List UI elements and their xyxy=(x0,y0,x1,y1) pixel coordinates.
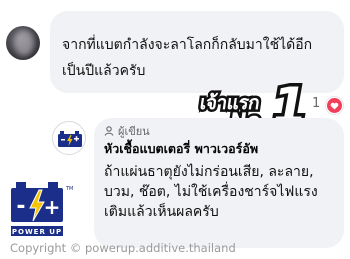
logo-plus: + xyxy=(44,195,61,219)
reply-bubble: ผู้เขียน หัวเชื้อแบตเตอรี่ พาวเวอร์อัพ ถ… xyxy=(94,118,344,248)
avatar-blur xyxy=(14,30,34,56)
logo-terminal-left xyxy=(16,182,26,188)
author-role-label: ผู้เขียน xyxy=(118,125,150,138)
battery-logo-icon xyxy=(58,131,82,147)
page-avatar[interactable] xyxy=(52,121,86,155)
reply-line-3: เติมแล้วเห็นผลครับ xyxy=(104,204,219,220)
heart-icon[interactable] xyxy=(326,97,343,114)
author-badge-icon xyxy=(104,126,114,136)
author-role: ผู้เขียน xyxy=(104,124,334,138)
reaction-count[interactable]: 1 xyxy=(312,96,320,111)
reply-line-2: บวม, ช๊อต, ไม่ใช้เครื่องชาร์จไฟแรง xyxy=(104,184,318,200)
logo-tm: TM xyxy=(65,186,73,192)
logo-terminal-right xyxy=(48,182,58,188)
comment-text-line-1: จากที่แบตกำลังจะลาโลกก็กลับมาใช้ได้อีก xyxy=(62,37,313,53)
copyright-text: Copyright © powerup.additive.thailand xyxy=(10,241,236,255)
commenter-avatar[interactable] xyxy=(6,26,40,60)
reply-author-name[interactable]: หัวเชื้อแบตเตอรี่ พาวเวอร์อัพ xyxy=(104,139,334,159)
reply-line-1: ถ้าแผ่นธาตุยังไม่กร่อนเสีย, ละลาย, xyxy=(104,164,314,180)
logo-brand-text: POWER UP xyxy=(12,228,62,236)
heart-glyph xyxy=(330,102,339,110)
logo-minus: - xyxy=(16,194,25,219)
reply-text: ถ้าแผ่นธาตุยังไม่กร่อนเสีย, ละลาย, บวม, … xyxy=(104,162,334,222)
powerup-logo: - + TM POWER UP xyxy=(11,182,73,236)
